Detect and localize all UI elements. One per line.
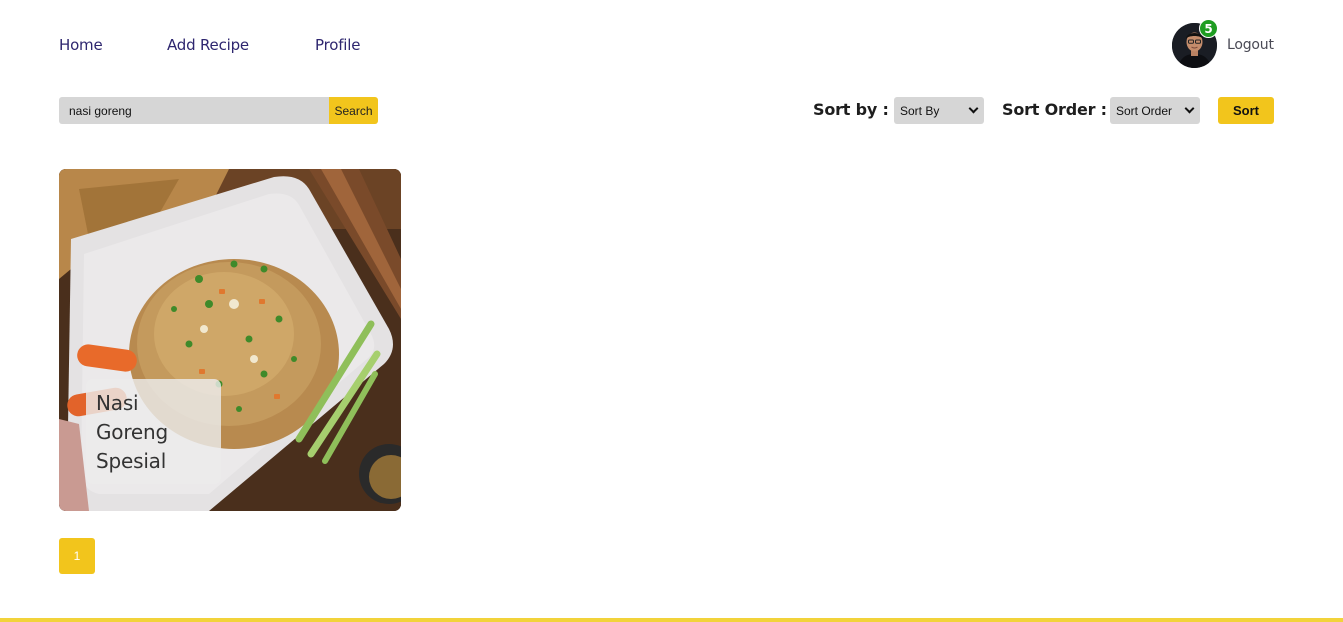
recipe-card[interactable]: Nasi Goreng Spesial (59, 169, 401, 511)
sort-by-label: Sort by : (813, 100, 889, 119)
search-button[interactable]: Search (329, 97, 378, 124)
nav-home-link[interactable]: Home (59, 36, 103, 54)
sort-order-label: Sort Order : (1002, 100, 1107, 119)
sort-by-selected-value: Sort By (900, 103, 940, 118)
logout-link[interactable]: Logout (1227, 37, 1274, 53)
footer-divider (0, 618, 1343, 622)
search-input[interactable] (59, 97, 329, 124)
sort-order-selected-value: Sort Order (1116, 103, 1173, 118)
sort-by-select[interactable]: Sort By (894, 97, 984, 124)
chevron-down-icon (968, 103, 979, 114)
sort-button[interactable]: Sort (1218, 97, 1274, 124)
chevron-down-icon (1184, 103, 1195, 114)
search-bar: Search (59, 97, 378, 124)
recipe-title-overlay: Nasi Goreng Spesial (86, 379, 221, 484)
pagination-page-1[interactable]: 1 (59, 538, 95, 574)
recipe-title[interactable]: Nasi Goreng Spesial (96, 389, 211, 476)
nav-profile-link[interactable]: Profile (315, 36, 360, 54)
notification-badge[interactable]: 5 (1199, 19, 1218, 38)
page: Home Add Recipe Profile 5 Logout Search … (0, 0, 1343, 622)
nav-add-recipe-link[interactable]: Add Recipe (167, 36, 249, 54)
sort-order-select[interactable]: Sort Order (1110, 97, 1200, 124)
